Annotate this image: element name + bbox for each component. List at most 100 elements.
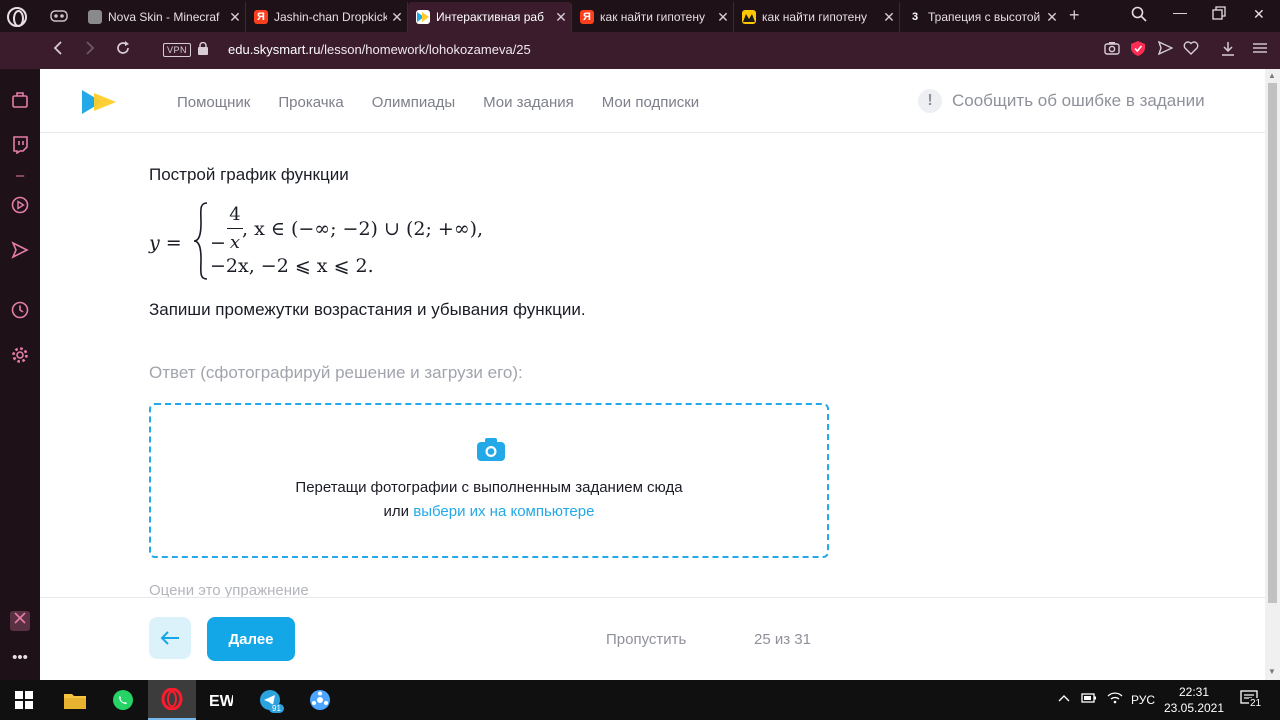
wifi-icon[interactable] [1107, 692, 1123, 707]
report-error-button[interactable]: ! Сообщить об ошибке в задании [918, 89, 1205, 113]
opera-taskbar-icon[interactable] [148, 680, 196, 720]
tab-cycler-icon[interactable] [50, 9, 68, 23]
url-path: /lesson/homework/lohokozameva/25 [320, 42, 531, 57]
report-error-label: Сообщить об ошибке в задании [952, 91, 1205, 110]
restore-icon[interactable] [1212, 6, 1226, 23]
show-hidden-icons-icon[interactable] [1058, 692, 1070, 706]
tab-hypotenuse-2[interactable]: как найти гипотену ✕ [734, 2, 900, 32]
skysmart-icon [416, 10, 430, 24]
whatsapp-icon[interactable] [99, 680, 147, 720]
choose-files-link[interactable]: выбери их на компьютере [413, 503, 594, 520]
tab-label: как найти гипотену [600, 10, 705, 24]
minimize-icon[interactable]: — [1173, 4, 1187, 20]
battery-icon[interactable] [1081, 692, 1097, 707]
fraction-bar [227, 228, 243, 229]
scroll-thumb[interactable] [1268, 83, 1277, 603]
next-button[interactable]: Далее [207, 617, 295, 661]
skip-button[interactable]: Пропустить [606, 631, 686, 648]
tab-jashin-chan[interactable]: Я Jashin-chan Dropkick ✕ [246, 2, 408, 32]
url-field[interactable]: edu.skysmart.ru/lesson/homework/lohokoza… [228, 42, 531, 57]
separator-dash: – [15, 167, 25, 184]
system-clock[interactable]: 22:31 23.05.2021 [1160, 684, 1228, 716]
menu-item-subscriptions[interactable]: Мои подписки [602, 94, 699, 111]
ewriter-icon[interactable]: EW [197, 680, 245, 720]
znanija-icon [742, 10, 756, 24]
browser-tab-bar: Nova Skin - Minecraf ✕ Я Jashin-chan Dro… [0, 0, 1280, 32]
url-host: edu.skysmart.ru [228, 42, 321, 57]
forward-icon[interactable] [84, 40, 96, 61]
player-icon[interactable] [10, 196, 30, 216]
file-explorer-icon[interactable] [51, 680, 99, 720]
workspaces-icon[interactable] [10, 91, 30, 111]
tab-trapezoid[interactable]: 3 Трапеция с высотой ✕ [900, 2, 1062, 32]
close-tab-icon[interactable]: ✕ [551, 9, 571, 26]
menu-item-assistant[interactable]: Помощник [177, 94, 250, 111]
windows-start-icon[interactable] [0, 680, 48, 720]
lock-icon[interactable] [198, 41, 208, 55]
send-flow-icon[interactable] [10, 241, 30, 261]
web-page: Помощник Прокачка Олимпиады Мои задания … [40, 69, 1265, 680]
svg-text:EW: EW [209, 693, 233, 710]
tab-skysmart[interactable]: Интерактивная раб ✕ [408, 2, 572, 32]
curly-brace-icon [193, 202, 208, 280]
tab-label: Jashin-chan Dropkick [274, 10, 387, 24]
settings-gear-icon[interactable] [10, 346, 30, 366]
send-icon[interactable] [1157, 40, 1174, 58]
answer-label: Ответ (сфотографируй решение и загрузи е… [149, 363, 523, 382]
shield-icon[interactable] [1131, 41, 1145, 59]
page-scrollbar[interactable]: ▲ ▼ [1265, 69, 1280, 680]
or-text: или [383, 503, 410, 520]
close-tab-icon[interactable]: ✕ [1042, 9, 1062, 26]
close-tab-icon[interactable]: ✕ [225, 9, 245, 26]
more-dots-icon[interactable]: ••• [10, 649, 30, 669]
yandex-icon: Я [254, 10, 268, 24]
reload-icon[interactable] [115, 40, 131, 61]
tab-nova-skin[interactable]: Nova Skin - Minecraf ✕ [80, 2, 246, 32]
vpn-badge[interactable]: VPN [163, 43, 192, 57]
tab-label: как найти гипотену [762, 10, 867, 24]
close-tab-icon[interactable]: ✕ [387, 9, 407, 26]
menu-item-my-tasks[interactable]: Мои задания [483, 94, 574, 111]
extension-icon[interactable] [10, 611, 30, 631]
app-hub-icon[interactable] [296, 680, 344, 720]
opera-menu-icon[interactable] [7, 7, 27, 27]
close-tab-icon[interactable]: ✕ [713, 9, 733, 26]
clock-time: 22:31 [1178, 685, 1210, 699]
download-icon[interactable] [1221, 41, 1235, 59]
easy-setup-icon[interactable] [1253, 41, 1267, 57]
address-bar [0, 32, 1280, 69]
tab-label: Nova Skin - Minecraf [108, 10, 220, 24]
skysmart-logo-icon[interactable] [82, 90, 116, 114]
notification-center-icon[interactable]: 21 [1240, 690, 1263, 711]
back-icon[interactable] [52, 40, 64, 61]
close-tab-icon[interactable]: ✕ [879, 9, 899, 26]
snapshot-icon[interactable] [1104, 41, 1120, 58]
fraction-denominator: x [229, 232, 241, 253]
formula-lhs: y = [149, 232, 182, 254]
browser-sidebar: – ••• [0, 69, 40, 680]
tab-hypotenuse-1[interactable]: Я как найти гипотену ✕ [572, 2, 734, 32]
nova-skin-icon [88, 10, 102, 24]
language-indicator[interactable]: РУС [1131, 693, 1155, 707]
windows-taskbar: EW 91 РУС 22:31 23.05.2021 21 [0, 680, 1280, 720]
new-tab-icon[interactable]: + [1069, 5, 1080, 26]
fraction-numerator: 4 [229, 204, 241, 225]
close-window-icon[interactable]: ✕ [1253, 6, 1265, 23]
tab-label: Трапеция с высотой [928, 10, 1041, 24]
search-tabs-icon[interactable] [1131, 6, 1147, 25]
twitch-icon[interactable] [10, 136, 30, 156]
heart-icon[interactable] [1183, 41, 1199, 58]
menu-item-training[interactable]: Прокачка [278, 94, 343, 111]
scroll-up-icon[interactable]: ▲ [1268, 71, 1276, 80]
clock-date: 23.05.2021 [1163, 701, 1225, 715]
previous-task-button[interactable] [149, 617, 191, 659]
telegram-icon[interactable]: 91 [247, 680, 295, 720]
drop-choose-line: или выбери их на компьютере [151, 503, 827, 520]
photo-dropzone[interactable]: Перетащи фотографии с выполненным задани… [149, 403, 829, 558]
menu-item-olympiads[interactable]: Олимпиады [372, 94, 455, 111]
notification-count: 21 [1249, 698, 1263, 709]
scroll-down-icon[interactable]: ▼ [1268, 667, 1276, 676]
history-icon[interactable] [10, 301, 30, 321]
case1-condition: , x ∈ (−∞; −2) ∪ (2; +∞), [242, 218, 484, 240]
exclamation-icon: ! [918, 89, 942, 113]
